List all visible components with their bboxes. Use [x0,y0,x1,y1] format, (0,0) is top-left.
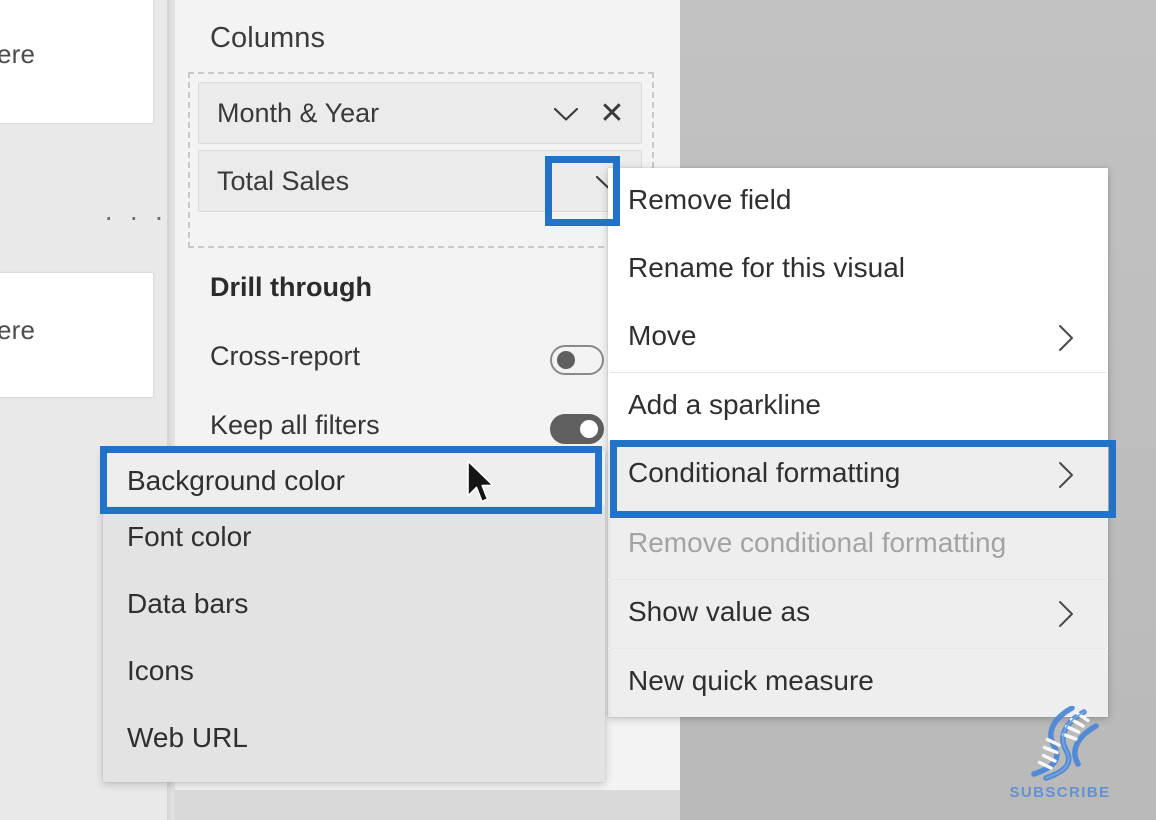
submenu-item-background-color[interactable]: Background color [103,450,605,506]
chevron-down-icon[interactable] [547,95,585,133]
chevron-right-icon [1058,461,1074,489]
field-chip-month-year[interactable]: Month & Year ✕ [198,82,642,144]
menu-item-move-label: Move [628,320,697,351]
option-label-keep-all-filters: Keep all filters [210,410,380,440]
menu-item-show-value-as-label: Show value as [628,596,811,627]
menu-item-remove-field[interactable]: Remove field [608,168,1108,236]
cross-report-toggle[interactable] [550,345,604,375]
option-row-drill-through[interactable]: Drill through [174,256,680,325]
option-label-cross-report: Cross-report [210,341,361,371]
menu-item-show-value-as[interactable]: Show value as [608,580,1108,648]
submenu-item-font-color-label: Font color [127,521,252,552]
placeholder-card-top[interactable]: ere [0,0,154,124]
menu-item-remove-field-label: Remove field [628,184,792,215]
pane-title-columns: Columns [210,22,326,54]
chevron-right-icon [1058,324,1074,352]
pane-options-list: Drill through Cross-report Keep all filt… [174,256,680,463]
submenu-item-icons-label: Icons [127,655,194,686]
submenu-item-web-url-label: Web URL [127,722,248,753]
menu-item-add-a-sparkline-label: Add a sparkline [628,389,822,420]
menu-item-add-a-sparkline[interactable]: Add a sparkline [608,373,1108,441]
menu-item-conditional-formatting-label: Conditional formatting [628,457,901,488]
submenu-item-web-url[interactable]: Web URL [103,707,605,774]
highlight-box-total-sales-chevron [545,156,620,226]
menu-item-rename-for-this-visual[interactable]: Rename for this visual [608,236,1108,304]
menu-item-remove-conditional-formatting: Remove conditional formatting [608,511,1108,579]
menu-item-move[interactable]: Move [608,304,1108,372]
toggle-knob-icon [580,420,598,438]
option-label-drill-through: Drill through [210,272,372,302]
field-context-menu: Remove field Rename for this visual Move… [608,168,1108,717]
submenu-item-icons[interactable]: Icons [103,640,605,707]
submenu-item-data-bars-label: Data bars [127,588,249,619]
menu-item-rename-for-this-visual-label: Rename for this visual [628,252,906,283]
subscribe-watermark[interactable]: SUBSCRIBE [1000,705,1120,810]
menu-item-new-quick-measure-label: New quick measure [628,665,874,696]
option-row-cross-report[interactable]: Cross-report [174,325,680,394]
placeholder-card-bottom[interactable]: ere [0,272,154,398]
pane-bottom-strip [174,790,680,820]
dna-helix-icon [1014,705,1104,782]
menu-item-conditional-formatting[interactable]: Conditional formatting [608,441,1108,511]
menu-item-remove-conditional-formatting-label: Remove conditional formatting [628,527,1007,558]
chevron-right-icon [1058,600,1074,628]
close-icon[interactable]: ✕ [593,95,631,133]
more-options-ellipsis-icon[interactable]: · · · [104,203,168,231]
submenu-item-background-color-label: Background color [127,465,345,496]
conditional-formatting-submenu: Background color Font color Data bars Ic… [103,450,605,782]
subscribe-label: SUBSCRIBE [1009,784,1111,801]
field-chip-month-year-label: Month & Year [217,98,380,128]
submenu-item-font-color[interactable]: Font color [103,506,605,573]
toggle-knob-icon [557,351,575,369]
report-canvas-background: ere · · · ere Columns Month & Year ✕ Tot… [0,0,1156,820]
keep-all-filters-toggle[interactable] [550,414,604,444]
placeholder-card-bottom-text: ere [0,315,36,345]
placeholder-card-top-text: ere [0,39,36,69]
submenu-item-data-bars[interactable]: Data bars [103,573,605,640]
field-chip-total-sales-label: Total Sales [217,166,350,196]
